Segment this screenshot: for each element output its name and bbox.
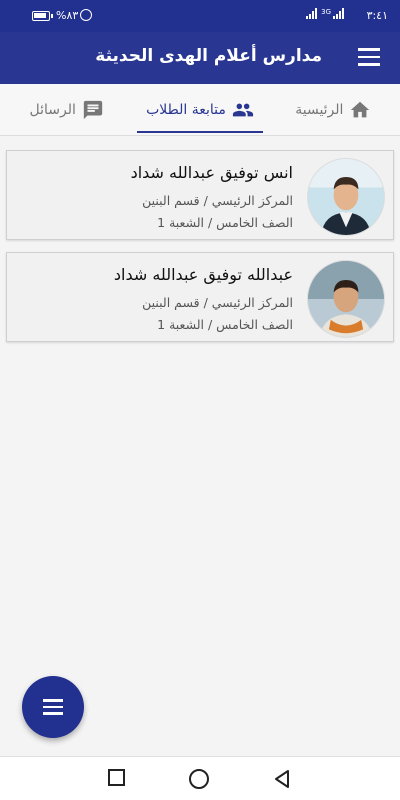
- tab-label: الرئيسية: [295, 101, 344, 118]
- home-icon: [351, 101, 370, 117]
- student-class: الصف الخامس / الشعبة 1: [157, 317, 293, 332]
- recent-apps-icon[interactable]: [108, 769, 125, 786]
- people-icon: [232, 103, 253, 116]
- tab-home[interactable]: الرئيسية: [267, 84, 400, 135]
- signal-icon: [333, 8, 344, 19]
- back-icon[interactable]: [272, 769, 292, 789]
- student-name: انس توفيق عبدالله شداد: [130, 163, 293, 182]
- system-nav-bar: [0, 756, 400, 800]
- student-avatar: [307, 158, 385, 236]
- tab-bar: الرئيسية متابعة الطلاب الرسائل: [0, 84, 400, 136]
- student-class: الصف الخامس / الشعبة 1: [157, 215, 293, 230]
- battery-icon: [32, 11, 53, 21]
- status-bar: ٣:٤١ 3G %٨٣: [0, 0, 400, 32]
- menu-fab-button[interactable]: [22, 676, 84, 738]
- message-icon: [83, 100, 103, 119]
- signal-icon: [306, 8, 318, 19]
- tab-label: الرسائل: [29, 101, 76, 118]
- student-card[interactable]: انس توفيق عبدالله شداد المركز الرئيسي / …: [6, 150, 394, 240]
- tab-messages[interactable]: الرسائل: [0, 84, 133, 135]
- student-avatar: [307, 260, 385, 338]
- tab-label: متابعة الطلاب: [146, 101, 226, 118]
- signal-indicators: 3G: [306, 8, 344, 19]
- tab-students[interactable]: متابعة الطلاب: [133, 84, 266, 135]
- student-center: المركز الرئيسي / قسم البنين: [142, 193, 293, 208]
- network-type: 3G: [321, 8, 331, 16]
- battery-percent: %٨٣: [56, 9, 79, 22]
- student-center: المركز الرئيسي / قسم البنين: [142, 295, 293, 310]
- home-nav-icon[interactable]: [189, 769, 209, 789]
- app-bar: مدارس أعلام الهدى الحديثة: [0, 32, 400, 84]
- menu-button[interactable]: [358, 48, 380, 68]
- hamburger-icon: [43, 699, 63, 702]
- alarm-icon: [80, 9, 92, 21]
- student-name: عبدالله توفيق عبدالله شداد: [113, 265, 293, 284]
- student-card[interactable]: عبدالله توفيق عبدالله شداد المركز الرئيس…: [6, 252, 394, 342]
- status-time: ٣:٤١: [366, 9, 388, 22]
- hamburger-icon: [358, 48, 380, 51]
- app-title: مدارس أعلام الهدى الحديثة: [95, 46, 322, 66]
